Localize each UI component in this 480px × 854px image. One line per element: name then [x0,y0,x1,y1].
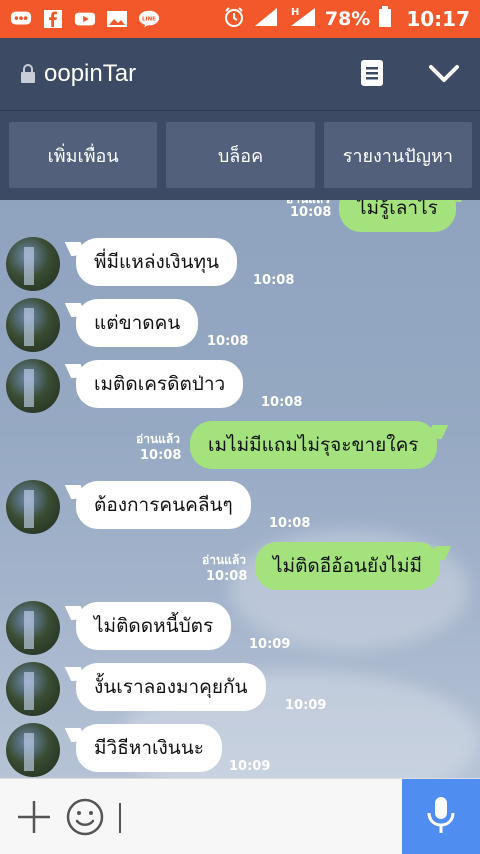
message-time: 10:08 [261,395,303,410]
battery-percent: 78% [324,8,371,30]
avatar[interactable] [6,237,60,291]
message-time: 10:08 [206,569,248,584]
chat-bubble-icon [10,10,32,28]
message-time: 10:09 [229,759,271,774]
battery-icon [378,5,392,33]
report-button[interactable]: รายงานปัญหา [323,122,472,188]
incoming-message[interactable]: ไม่ติดดหนี้บัตร [76,602,232,650]
avatar[interactable] [6,662,60,716]
line-app-icon: LINE [138,10,160,28]
incoming-message[interactable]: ต้องการคนคลีนๆ [76,481,251,529]
message-input-bar [0,778,480,854]
lock-icon [20,64,36,84]
avatar[interactable] [6,359,60,413]
outgoing-message[interactable]: เมไม่มีแถมไม่รุจะขายใคร [190,421,437,469]
message-time: 10:08 [140,448,182,463]
chat-header: oopinTar [0,38,480,110]
incoming-message[interactable]: มีวิธีหาเงินนะ [76,724,222,772]
plus-icon[interactable] [16,799,52,835]
message-time: 10:08 [207,334,249,349]
outgoing-message[interactable]: ไม่รู้เลาไร [339,200,456,232]
incoming-message[interactable]: แต่ขาดคน [76,299,199,347]
message-time: 10:09 [285,698,327,713]
signal-1-icon [253,6,279,33]
contact-actions: เพิ่มเพื่อน บล็อค รายงานปัญหา [0,110,480,200]
status-bar: LINE H 78% 10:17 [0,0,480,38]
microphone-button[interactable] [402,779,480,854]
alarm-icon [223,6,245,33]
svg-text:LINE: LINE [142,16,156,22]
incoming-message[interactable]: งั้นเราลองมาคุยกัน [76,663,266,711]
avatar[interactable] [6,723,60,777]
avatar[interactable] [6,601,60,655]
svg-text:H: H [291,7,299,18]
clock: 10:17 [406,7,470,31]
notes-icon[interactable] [360,59,386,89]
message-time: 10:08 [253,273,295,288]
signal-2-icon: H [287,6,317,33]
incoming-message[interactable]: พี่มีแหล่งเงินทุน [76,238,238,286]
add-friend-button[interactable]: เพิ่มเพื่อน [9,122,158,188]
microphone-icon [426,795,456,839]
read-receipt: อ่านแล้ว [136,432,180,446]
chat-title: oopinTar [44,60,137,87]
message-time: 10:08 [290,205,332,220]
chevron-down-icon[interactable] [428,63,460,85]
outgoing-message[interactable]: ไม่ติดอีอ้อนยังไม่มี [255,542,440,590]
emoji-icon[interactable] [66,798,104,836]
facebook-icon [42,10,64,28]
message-time: 10:08 [269,516,311,531]
incoming-message[interactable]: เมติดเครดิตป่าว [76,360,244,408]
block-button[interactable]: บล็อค [166,122,315,188]
avatar[interactable] [6,298,60,352]
gallery-icon [106,10,128,28]
text-cursor[interactable] [119,803,121,833]
message-time: 10:09 [249,637,291,652]
chat-area[interactable]: อ่านแล้ว 10:08 ไม่รู้เลาไร พี่มีแหล่งเงิ… [0,200,480,778]
read-receipt: อ่านแล้ว [202,553,246,567]
avatar[interactable] [6,480,60,534]
youtube-icon [74,10,96,28]
